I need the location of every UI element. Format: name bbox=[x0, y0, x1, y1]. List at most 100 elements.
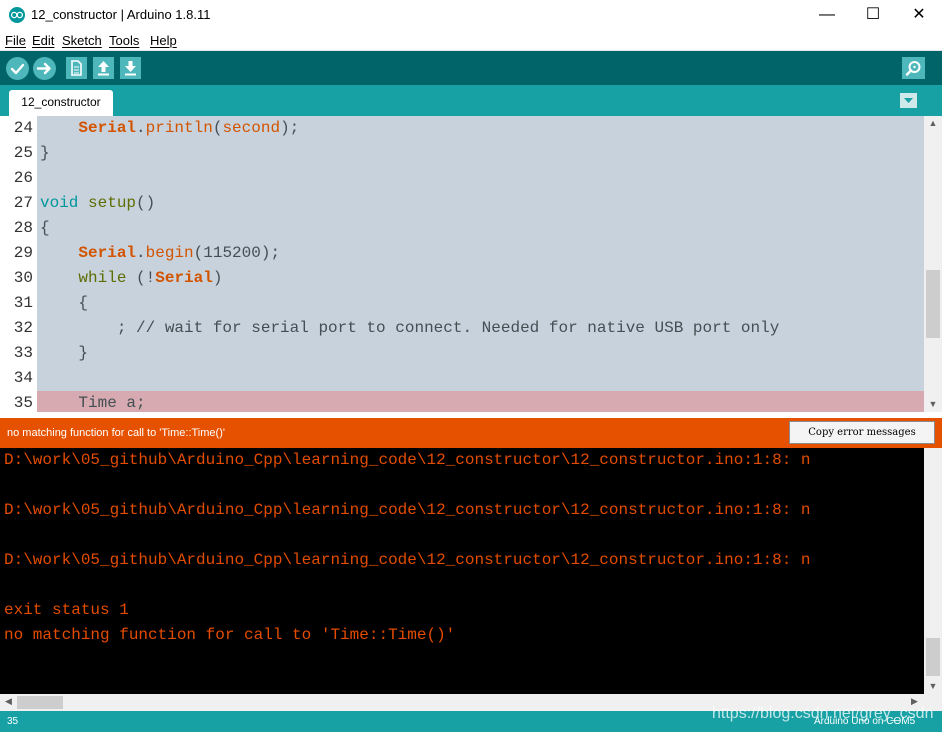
line-number: 32 bbox=[13, 319, 33, 337]
code-text: Time a; bbox=[40, 391, 145, 412]
arduino-logo-icon bbox=[9, 7, 25, 23]
new-icon bbox=[71, 60, 82, 76]
close-button[interactable]: ✕ bbox=[896, 0, 942, 30]
tab-bar: 12_constructor bbox=[0, 85, 942, 116]
scrollbar-thumb[interactable] bbox=[17, 696, 63, 709]
console-vertical-scrollbar[interactable]: ▼ bbox=[924, 448, 942, 694]
code-token: begin bbox=[145, 244, 194, 262]
editor-vertical-scrollbar[interactable]: ▲ ▼ bbox=[924, 116, 942, 412]
menu-file[interactable]: File bbox=[5, 33, 26, 48]
code-token: . bbox=[136, 244, 146, 262]
title-bar: 12_constructor | Arduino 1.8.11 — ☐ ✕ bbox=[0, 0, 942, 30]
code-text-wrap: { bbox=[37, 291, 924, 316]
scrollbar-thumb[interactable] bbox=[926, 270, 940, 338]
code-token: ( bbox=[212, 119, 223, 137]
console-line: D:\work\05_github\Arduino_Cpp\learning_c… bbox=[4, 451, 811, 469]
code-text: Serial.println(second); bbox=[40, 116, 299, 141]
code-token: } bbox=[78, 344, 89, 362]
code-token: second bbox=[222, 119, 281, 137]
scroll-down-icon[interactable]: ▼ bbox=[924, 681, 942, 691]
error-bar: no matching function for call to 'Time::… bbox=[0, 418, 942, 448]
console-output[interactable]: D:\work\05_github\Arduino_Cpp\learning_c… bbox=[0, 448, 924, 694]
code-token: Serial bbox=[78, 119, 137, 137]
scrollbar-thumb[interactable] bbox=[926, 638, 940, 676]
code-token: () bbox=[136, 194, 156, 212]
new-button[interactable] bbox=[66, 57, 87, 79]
code-line: 24 Serial.println(second); bbox=[0, 116, 924, 141]
line-number: 33 bbox=[13, 344, 33, 362]
code-text-wrap: ; // wait for serial port to connect. Ne… bbox=[37, 316, 924, 341]
code-line: 26 bbox=[0, 166, 924, 191]
console-line: exit status 1 bbox=[4, 601, 129, 619]
scroll-left-icon[interactable]: ◀ bbox=[5, 696, 12, 707]
minimize-button[interactable]: — bbox=[804, 0, 850, 30]
scroll-down-icon[interactable]: ▼ bbox=[924, 399, 942, 409]
code-text-wrap: { bbox=[37, 216, 924, 241]
toolbar bbox=[0, 51, 942, 85]
tab-12-constructor[interactable]: 12_constructor bbox=[9, 90, 113, 116]
serial-monitor-icon bbox=[905, 61, 921, 76]
line-number: 29 bbox=[13, 244, 33, 262]
code-token: { bbox=[78, 294, 89, 312]
code-token: (! bbox=[126, 269, 156, 287]
console-line: D:\work\05_github\Arduino_Cpp\learning_c… bbox=[4, 551, 811, 569]
line-number: 31 bbox=[13, 294, 33, 312]
verify-button[interactable] bbox=[6, 57, 29, 80]
code-token: Serial bbox=[78, 244, 137, 262]
maximize-button[interactable]: ☐ bbox=[850, 0, 896, 30]
code-line: 27 void setup() bbox=[0, 191, 924, 216]
code-text-wrap: } bbox=[37, 341, 924, 366]
code-text: Serial.begin(115200); bbox=[40, 241, 280, 266]
code-text-wrap: void setup() bbox=[37, 191, 924, 216]
code-text: while (!Serial) bbox=[40, 266, 222, 291]
tab-menu-button[interactable] bbox=[900, 93, 917, 108]
code-text: ; // wait for serial port to connect. Ne… bbox=[40, 316, 780, 341]
code-token: setup bbox=[88, 194, 137, 212]
code-token: ); bbox=[280, 119, 300, 137]
code-token: while bbox=[78, 269, 127, 287]
window-title: 12_constructor | Arduino 1.8.11 bbox=[31, 7, 211, 22]
code-token: void bbox=[40, 194, 79, 212]
line-number: 35 bbox=[13, 394, 33, 412]
code-text-wrap: while (!Serial) bbox=[37, 266, 924, 291]
code-line: 28 { bbox=[0, 216, 924, 241]
open-icon bbox=[98, 61, 109, 76]
code-line: 25} bbox=[0, 141, 924, 166]
line-number: 34 bbox=[13, 369, 33, 387]
code-text: } bbox=[40, 341, 88, 366]
serial-monitor-button[interactable] bbox=[902, 57, 925, 79]
chevron-down-icon bbox=[904, 98, 913, 103]
code-line: 33 } bbox=[0, 341, 924, 366]
verify-icon bbox=[10, 63, 25, 75]
copy-error-messages-button[interactable]: Copy error messages bbox=[789, 421, 935, 444]
code-token: } bbox=[40, 144, 50, 162]
line-number: 30 bbox=[13, 269, 33, 287]
menu-edit[interactable]: Edit bbox=[32, 33, 54, 48]
code-line: 30 while (!Serial) bbox=[0, 266, 924, 291]
menu-bar: File Edit Sketch Tools Help bbox=[0, 30, 942, 51]
menu-help[interactable]: Help bbox=[150, 33, 177, 48]
code-editor[interactable]: 24 Serial.println(second); 25} 26 27 void se… bbox=[0, 116, 942, 412]
scroll-up-icon[interactable]: ▲ bbox=[924, 118, 942, 128]
console-line: D:\work\05_github\Arduino_Cpp\learning_c… bbox=[4, 501, 811, 519]
open-button[interactable] bbox=[93, 57, 114, 79]
code-token: println bbox=[145, 119, 213, 137]
code-text-wrap: Serial.println(second); bbox=[37, 116, 924, 141]
upload-button[interactable] bbox=[33, 57, 56, 80]
line-number: 24 bbox=[13, 119, 33, 137]
save-icon bbox=[125, 61, 136, 76]
watermark: https://blog.csdn.net/grey_csdn bbox=[712, 705, 934, 722]
menu-tools[interactable]: Tools bbox=[109, 33, 139, 48]
code-text: void setup() bbox=[40, 191, 155, 216]
code-token: { bbox=[40, 219, 50, 237]
save-button[interactable] bbox=[120, 57, 141, 79]
console-line: no matching function for call to 'Time::… bbox=[4, 626, 456, 644]
upload-icon bbox=[36, 62, 51, 75]
menu-sketch[interactable]: Sketch bbox=[62, 33, 102, 48]
